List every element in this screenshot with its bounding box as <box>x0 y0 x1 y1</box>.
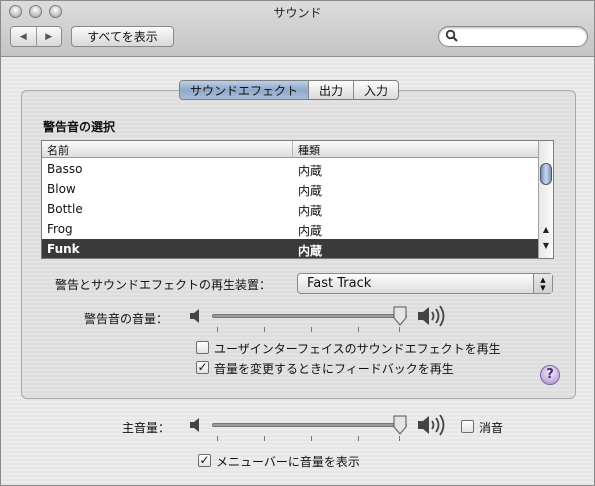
ui-sound-effects-checkbox[interactable] <box>196 341 209 354</box>
back-forward-control: ◀ ▶ <box>10 26 62 47</box>
search-field[interactable] <box>438 26 588 47</box>
speaker-low-icon <box>190 418 199 432</box>
popup-arrows-icon: ▲ ▼ <box>533 274 552 293</box>
toolbar: サウンド ◀ ▶ すべてを表示 <box>1 1 594 57</box>
sound-type: 内蔵 <box>298 164 323 178</box>
tab-bar: サウンドエフェクト 出力 入力 <box>179 80 400 100</box>
show-all-button[interactable]: すべてを表示 <box>71 26 174 47</box>
alert-volume-slider[interactable] <box>212 314 407 318</box>
sound-type: 内蔵 <box>298 184 323 198</box>
sound-type: 内蔵 <box>298 224 323 238</box>
table-scrollbar[interactable]: ▲ ▼ <box>538 141 553 258</box>
table-row[interactable]: Blow 内蔵 <box>42 179 539 199</box>
output-device-label: 警告とサウンドエフェクトの再生装置： <box>55 278 272 292</box>
show-volume-in-menubar-checkbox[interactable]: ✓ <box>198 454 211 467</box>
show-volume-in-menubar-label[interactable]: メニューバーに音量を表示 <box>216 453 360 470</box>
output-device-popup[interactable]: Fast Track ▲ ▼ <box>297 273 553 294</box>
scroll-up-arrow-icon[interactable]: ▲ <box>540 225 552 239</box>
table-row[interactable]: Bottle 内蔵 <box>42 199 539 219</box>
mute-label[interactable]: 消音 <box>479 419 503 436</box>
sound-type: 内蔵 <box>298 204 323 218</box>
table-row-selected[interactable]: Funk 内蔵 <box>42 239 539 258</box>
tab-input[interactable]: 入力 <box>353 81 398 99</box>
feedback-label[interactable]: 音量を変更するときにフィードバックを再生 <box>214 360 454 377</box>
forward-button[interactable]: ▶ <box>35 27 62 46</box>
table-header: 名前 種類 <box>42 141 539 158</box>
alert-volume-knob[interactable] <box>392 306 408 326</box>
table-row[interactable]: Basso 内蔵 <box>42 159 539 179</box>
sound-preferences-window: サウンド ◀ ▶ すべてを表示 サウンドエフェクト 出力 入力 警告音の選択 名… <box>0 0 595 486</box>
sound-name: Frog <box>47 222 73 236</box>
help-button[interactable]: ? <box>540 365 560 385</box>
table-row[interactable]: Frog 内蔵 <box>42 219 539 239</box>
sound-name: Bottle <box>47 202 83 216</box>
sound-name: Basso <box>47 162 83 176</box>
back-button[interactable]: ◀ <box>11 27 36 46</box>
window-title: サウンド <box>273 6 322 20</box>
scroll-down-arrow-icon[interactable]: ▼ <box>540 241 552 255</box>
scrollbar-thumb[interactable] <box>540 163 552 185</box>
back-arrow-icon: ◀ <box>19 31 27 42</box>
column-header-name[interactable]: 名前 <box>47 142 69 158</box>
alert-volume-label: 警告音の音量： <box>84 312 169 326</box>
ui-sound-effects-label[interactable]: ユーザインターフェイスのサウンドエフェクトを再生 <box>214 340 501 357</box>
sound-name: Blow <box>47 182 76 196</box>
sound-name: Funk <box>47 242 80 256</box>
speaker-low-icon <box>190 309 199 323</box>
search-icon <box>445 29 458 42</box>
speaker-high-icon <box>418 305 445 327</box>
feedback-checkbox[interactable]: ✓ <box>196 361 209 374</box>
tab-output[interactable]: 出力 <box>308 81 353 99</box>
output-device-value: Fast Track <box>307 276 372 291</box>
main-volume-slider[interactable] <box>212 423 407 427</box>
column-header-type[interactable]: 種類 <box>298 142 320 158</box>
alert-sound-heading: 警告音の選択 <box>43 120 116 134</box>
main-volume-label: 主音量： <box>122 421 171 435</box>
speaker-high-icon <box>418 414 445 436</box>
sound-type: 内蔵 <box>298 244 323 258</box>
forward-arrow-icon: ▶ <box>45 31 53 42</box>
main-volume-knob[interactable] <box>392 415 408 435</box>
alert-sound-table[interactable]: 名前 種類 Basso 内蔵 Blow 内蔵 Bottle 内蔵 Frog 内蔵… <box>41 140 554 259</box>
mute-checkbox[interactable] <box>461 420 474 433</box>
tab-sound-effects[interactable]: サウンドエフェクト <box>180 81 309 99</box>
